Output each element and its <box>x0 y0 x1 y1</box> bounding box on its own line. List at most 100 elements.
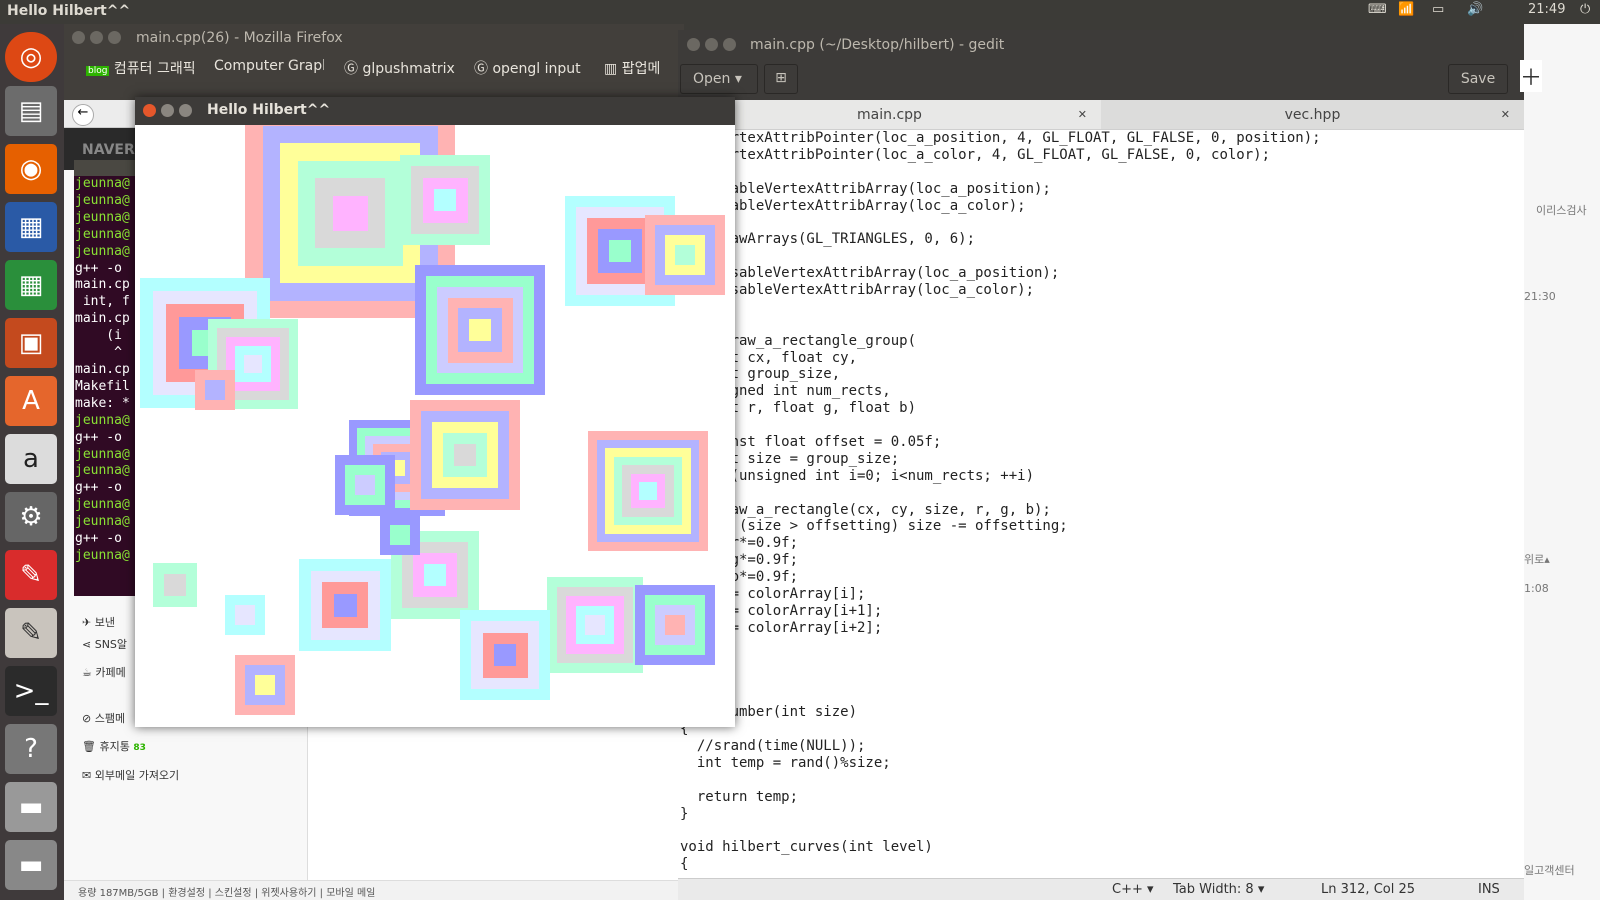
terminal-line: main.cp <box>75 311 130 327</box>
tab-1[interactable]: blog 컴퓨터 그래픽 <box>86 58 206 88</box>
drive-icon[interactable]: ▬ <box>5 782 57 832</box>
code-line: rtexAttribPointer(loc_a_color, 4, GL_FLO… <box>680 146 1271 163</box>
terminal-line: jeunna@ <box>75 412 130 428</box>
code-line: (unsigned int i=0; i<num_rects; ++i) <box>680 467 1035 484</box>
close-tab-icon[interactable]: ✕ <box>1078 100 1087 130</box>
save-button[interactable]: Save <box>1448 64 1508 94</box>
code-line: sableVertexAttribArray(loc_a_color); <box>680 282 1035 299</box>
keyboard-icon[interactable]: ⌨ <box>1368 2 1387 17</box>
close-icon[interactable] <box>72 31 85 44</box>
terminal-line: g++ -o <box>75 531 122 547</box>
sidebar-item-sent[interactable]: ✈ 보낸 <box>82 614 115 630</box>
sidebar-item-sns[interactable]: ⋖ SNS알 <box>82 636 127 652</box>
back-button[interactable]: ← <box>72 104 94 126</box>
code-line: ableVertexAttribArray(loc_a_color); <box>680 197 1026 214</box>
opengl-canvas[interactable] <box>135 125 735 727</box>
trash-icon[interactable]: ▬ <box>5 840 57 890</box>
tab-4[interactable]: Ⓖ opengl input <box>474 58 584 88</box>
right-text-d: 1:08 <box>1524 582 1549 595</box>
minimize-icon[interactable] <box>161 104 174 117</box>
rectangle <box>424 564 446 586</box>
battery-icon[interactable]: ▭ <box>1432 2 1444 17</box>
new-tab-icon[interactable]: ⊞ <box>764 64 798 94</box>
maximize-icon[interactable] <box>179 104 192 117</box>
rectangle <box>665 615 685 635</box>
rectangle <box>609 240 631 262</box>
text-editor-icon[interactable]: ✎ <box>5 608 57 658</box>
right-text-e: 일고객센터 <box>1524 864 1575 877</box>
sidebar-item-trash[interactable]: 🗑 휴지통 83 <box>82 738 146 754</box>
firefox-icon[interactable]: ◉ <box>5 144 57 194</box>
background-browser: ＋ 이리스검사 21:30 위로▴ 1:08 일고객센터 <box>1520 24 1600 900</box>
power-icon[interactable]: ⏻ <box>1580 2 1590 17</box>
code-line: = colorArray[i+1]; <box>680 602 883 619</box>
code-line: t size = group_size; <box>680 450 900 467</box>
code-line: gned int num_rects, <box>680 383 891 400</box>
code-line: int temp = rand()%size; <box>680 754 891 771</box>
mail-footer: 용량 187MB/5GB | 환경설정 | 스킨설정 | 위젯사용하기 | 모바… <box>64 880 684 900</box>
add-icon[interactable]: ＋ <box>1520 60 1543 92</box>
maximize-icon[interactable] <box>108 31 121 44</box>
tab-3[interactable]: Ⓖ glpushmatrix <box>344 58 459 88</box>
open-button[interactable]: Open ▾ <box>680 64 758 94</box>
tab-2[interactable]: Computer Graph <box>214 58 324 88</box>
tab-main-cpp[interactable]: main.cpp ✕ <box>678 100 1101 130</box>
sidebar-item-spam[interactable]: ⊘ 스팸메 <box>82 710 125 726</box>
minimize-icon[interactable] <box>90 31 103 44</box>
hilbert-titlebar: Hello Hilbert^^ <box>135 97 735 125</box>
files-icon[interactable]: ▤ <box>5 86 57 136</box>
tab-width-select[interactable]: Tab Width: 8 ▾ <box>1173 882 1264 897</box>
writer-icon[interactable]: ▦ <box>5 202 57 252</box>
impress-icon[interactable]: ▣ <box>5 318 57 368</box>
language-select[interactable]: C++ ▾ <box>1112 882 1154 897</box>
insert-mode: INS <box>1478 882 1500 897</box>
rectangle <box>255 675 275 695</box>
close-icon[interactable] <box>687 38 700 51</box>
gedit-window: main.cpp (~/Desktop/hilbert) - gedit Ope… <box>678 30 1524 900</box>
code-line: g*=0.9f; <box>680 552 799 569</box>
gedit-title: main.cpp (~/Desktop/hilbert) - gedit <box>750 37 1005 53</box>
wifi-icon[interactable]: 📶 <box>1398 2 1414 17</box>
terminal-line: jeunna@ <box>75 226 130 242</box>
right-text-b: 21:30 <box>1524 290 1556 303</box>
calc-icon[interactable]: ▦ <box>5 260 57 310</box>
sidebar-item-import[interactable]: ✉ 외부메일 가져오기 <box>82 767 179 783</box>
cursor-position[interactable]: Ln 312, Col 25 <box>1321 882 1415 897</box>
code-line: t r, float g, float b) <box>680 400 917 417</box>
code-line: = colorArray[i+2]; <box>680 619 883 636</box>
ubuntu-icon[interactable]: ◎ <box>5 32 57 82</box>
terminal-line: jeunna@ <box>75 514 130 530</box>
close-icon[interactable] <box>143 104 156 117</box>
code-line: ableVertexAttribArray(loc_a_position); <box>680 180 1051 197</box>
minimize-icon[interactable] <box>705 38 718 51</box>
reader-icon[interactable]: ✎ <box>5 550 57 600</box>
close-tab-icon[interactable]: ✕ <box>1501 100 1510 130</box>
settings-icon[interactable]: ⚙ <box>5 492 57 542</box>
code-line: } <box>680 805 689 822</box>
code-line: rtexAttribPointer(loc_a_position, 4, GL_… <box>680 130 1321 146</box>
amazon-icon[interactable]: a <box>5 434 57 484</box>
sidebar-item-cafe[interactable]: ☕ 카페메 <box>82 664 126 680</box>
tab-5[interactable]: ▥ 팝업메 <box>604 58 684 88</box>
software-center-icon[interactable]: A <box>5 376 57 426</box>
tab-vec-hpp[interactable]: vec.hpp ✕ <box>1101 100 1524 130</box>
terminal-line: g++ -o <box>75 260 122 276</box>
right-text-c: 위로▴ <box>1524 553 1550 566</box>
code-editor[interactable]: rtexAttribPointer(loc_a_position, 4, GL_… <box>678 130 1524 890</box>
terminal-icon[interactable]: >_ <box>5 666 57 716</box>
rectangle <box>454 444 476 466</box>
maximize-icon[interactable] <box>723 38 736 51</box>
terminal-line: jeunna@ <box>75 192 130 208</box>
terminal-window[interactable]: jeunna@ jeunna@ jeunna@ jeunna@ jeunna@ g++ -… <box>74 160 136 596</box>
volume-icon[interactable]: 🔊 <box>1467 2 1483 17</box>
help-icon[interactable]: ? <box>5 724 57 774</box>
clock[interactable]: 21:49 <box>1528 2 1565 17</box>
status-bar: C++ ▾ Tab Width: 8 ▾ Ln 312, Col 25 INS <box>678 878 1524 900</box>
